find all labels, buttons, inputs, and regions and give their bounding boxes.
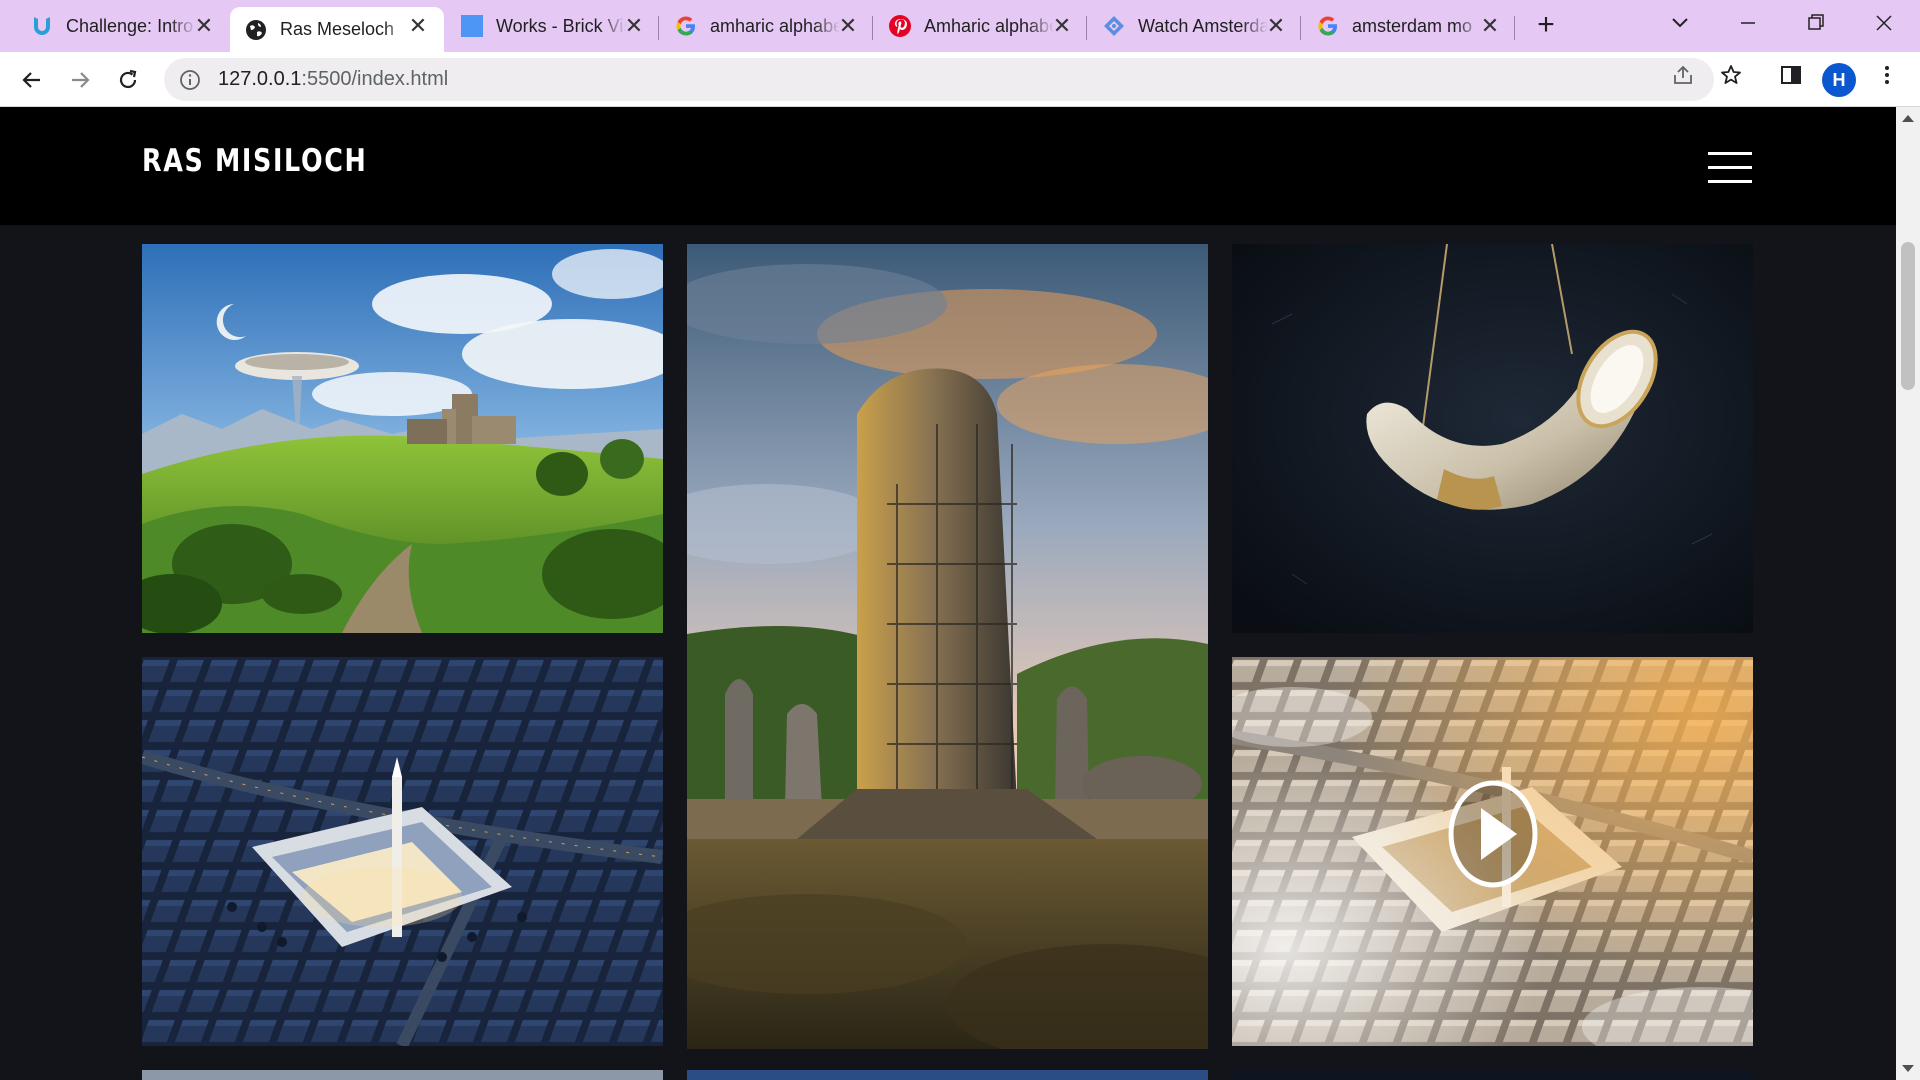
gallery-tile-mosque-night[interactable] <box>142 657 663 1046</box>
close-tab-icon[interactable]: ✕ <box>192 14 216 38</box>
tab-title: amsterdam mo <box>1352 15 1473 36</box>
pinterest-icon <box>888 14 912 38</box>
mosque-night-image <box>142 657 663 1046</box>
web-page: RAS MISILOCH <box>0 107 1896 1080</box>
gallery-tile-partial[interactable] <box>142 1070 663 1080</box>
close-icon <box>1876 15 1892 31</box>
gallery-tile-partial[interactable] <box>687 1070 1208 1080</box>
google-icon <box>1316 14 1340 38</box>
tab-challenge[interactable]: Challenge: Intro ✕ <box>16 7 230 45</box>
arrow-left-icon <box>22 72 40 88</box>
chevron-down-icon <box>1672 18 1688 28</box>
info-icon[interactable] <box>178 68 202 92</box>
tab-title: Ras Meseloch <box>280 19 395 39</box>
share-button[interactable] <box>1668 60 1698 90</box>
ivory-horn-image <box>1232 244 1753 633</box>
close-tab-icon[interactable]: ✕ <box>622 14 646 38</box>
close-tab-icon[interactable]: ✕ <box>836 14 860 38</box>
gallery-tile-mosque-video[interactable] <box>1232 657 1753 1046</box>
close-tab-icon[interactable]: ✕ <box>1050 14 1074 38</box>
tab-amharic-alphabet-pinterest[interactable]: Amharic alphabet ✕ <box>874 7 1088 45</box>
address-bar[interactable]: 127.0.0.1:5500/index.html <box>164 58 1714 101</box>
browser-toolbar: 127.0.0.1:5500/index.html H <box>0 52 1920 107</box>
reload-button[interactable] <box>112 64 144 96</box>
minimize-button[interactable] <box>1728 8 1768 38</box>
arrow-right-icon <box>72 72 90 88</box>
hamburger-menu-icon[interactable] <box>1708 152 1752 184</box>
close-tab-icon[interactable]: ✕ <box>1264 14 1288 38</box>
menu-line <box>1708 180 1752 183</box>
stone-obelisk-image <box>687 244 1208 1049</box>
tab-separator <box>658 16 659 40</box>
back-button[interactable] <box>16 64 48 96</box>
browser-menu-button[interactable] <box>1872 60 1902 90</box>
gallery-tile-ivory-horn[interactable] <box>1232 244 1753 633</box>
minimize-icon <box>1741 22 1755 24</box>
scroll-down-arrow-icon[interactable] <box>1902 1065 1914 1072</box>
url-path: :5500/index.html <box>301 68 449 90</box>
close-window-button[interactable] <box>1864 8 1904 38</box>
new-tab-button[interactable]: + <box>1528 10 1564 42</box>
url-text[interactable]: 127.0.0.1:5500/index.html <box>218 68 448 91</box>
scrollbar-thumb[interactable] <box>1901 242 1915 390</box>
star-icon <box>1721 65 1741 84</box>
side-panel-icon <box>1781 66 1801 84</box>
tab-title: Works - Brick Visual <box>496 15 626 36</box>
tab-title: Watch Amsterdam <box>1138 15 1268 36</box>
restore-button[interactable] <box>1796 8 1836 38</box>
share-icon <box>1674 65 1692 84</box>
reload-icon <box>119 69 137 89</box>
tab-amharic-alphabet-google[interactable]: amharic alphabet ✕ <box>660 7 874 45</box>
gallery-tile-castle-landscape[interactable] <box>142 244 663 633</box>
play-button[interactable] <box>1446 778 1540 890</box>
restore-icon <box>1808 14 1824 30</box>
close-tab-icon[interactable]: ✕ <box>1478 14 1502 38</box>
play-icon <box>1448 780 1538 888</box>
forward-button[interactable] <box>64 64 96 96</box>
tab-watch-amsterdam[interactable]: Watch Amsterdam ✕ <box>1088 7 1302 45</box>
side-panel-button[interactable] <box>1776 60 1806 90</box>
gallery-tile-stone-obelisk[interactable] <box>687 244 1208 1049</box>
tab-title: amharic alphabet <box>710 15 840 36</box>
tab-separator <box>1300 16 1301 40</box>
castle-landscape-image <box>142 244 663 633</box>
streaming-icon <box>1102 14 1126 38</box>
close-tab-icon[interactable]: ✕ <box>406 14 430 38</box>
tab-separator <box>872 16 873 40</box>
profile-avatar[interactable]: H <box>1822 63 1856 97</box>
tab-separator <box>1086 16 1087 40</box>
tab-title: Challenge: Intro <box>66 15 194 36</box>
gallery-tile-partial[interactable] <box>1232 1070 1753 1080</box>
tab-search-button[interactable] <box>1660 8 1700 38</box>
page-scrollbar[interactable] <box>1896 107 1920 1080</box>
kebab-menu-icon <box>1885 66 1889 84</box>
tab-works-brick-visual[interactable]: Works - Brick Visual ✕ <box>446 7 660 45</box>
scroll-up-arrow-icon[interactable] <box>1902 115 1914 122</box>
google-icon <box>674 14 698 38</box>
tab-title: Amharic alphabet <box>924 15 1054 36</box>
site-header: RAS MISILOCH <box>0 107 1896 225</box>
url-host: 127.0.0.1 <box>218 68 302 90</box>
site-logo[interactable]: RAS MISILOCH <box>142 143 367 179</box>
page-icon <box>460 14 484 38</box>
tab-ras-meseloch[interactable]: Ras Meseloch ✕ <box>230 7 444 52</box>
browser-tab-strip: Challenge: Intro ✕ Ras Meseloch ✕ Works … <box>0 0 1920 52</box>
globe-icon <box>244 18 268 42</box>
bookmark-button[interactable] <box>1716 60 1746 90</box>
tab-separator <box>1514 16 1515 40</box>
udacity-icon <box>30 14 54 38</box>
tab-amsterdam-google[interactable]: amsterdam mo ✕ <box>1302 7 1516 45</box>
menu-line <box>1708 166 1752 169</box>
menu-line <box>1708 152 1752 155</box>
